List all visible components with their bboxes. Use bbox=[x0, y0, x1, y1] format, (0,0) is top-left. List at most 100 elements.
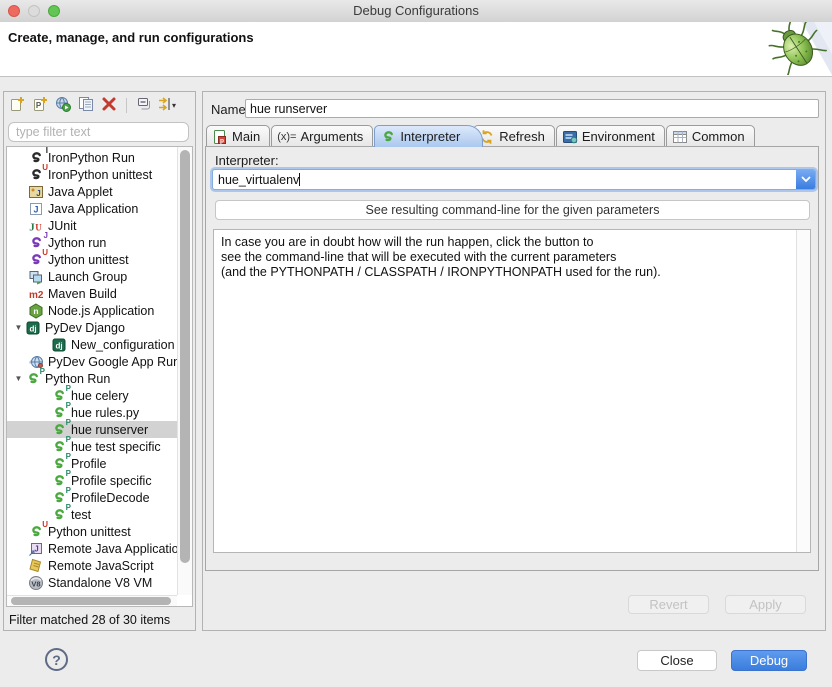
tree-item-label: Standalone V8 VM bbox=[48, 576, 152, 590]
combobox-dropdown-button[interactable] bbox=[796, 170, 815, 189]
configuration-tree: I IronPython Run U IronPython unittest J… bbox=[6, 146, 193, 607]
tree-row-standalone-v8-vm[interactable]: V8 Standalone V8 VM bbox=[7, 574, 177, 591]
filter-configurations-button[interactable]: ▾ bbox=[158, 96, 176, 114]
zoom-window-button[interactable] bbox=[48, 5, 60, 17]
tree-row-maven-build[interactable]: m2 Maven Build bbox=[7, 285, 177, 302]
tab-label: Environment bbox=[582, 129, 655, 144]
svg-text:V8: V8 bbox=[31, 579, 40, 588]
command-info-textarea[interactable]: In case you are in doubt how will the ru… bbox=[213, 229, 811, 553]
icon-badge: P bbox=[40, 368, 45, 376]
tree-row-pydev-google-app-run[interactable]: PyDev Google App Run bbox=[7, 353, 177, 370]
tree-item-label: ProfileDecode bbox=[71, 491, 150, 505]
tree-item-label: Launch Group bbox=[48, 270, 127, 284]
svg-text:J: J bbox=[33, 204, 38, 214]
tree-row-hue-test-specific[interactable]: P hue test specific bbox=[7, 438, 177, 455]
icon-badge: P bbox=[66, 402, 71, 410]
tree-row-hue-runserver[interactable]: P hue runserver bbox=[7, 421, 177, 438]
tree-row-pydev-django[interactable]: ▼ dj PyDev Django bbox=[7, 319, 177, 336]
remote-java-icon: J bbox=[28, 541, 44, 557]
tree-item-label: hue test specific bbox=[71, 440, 161, 454]
tree-row-java-applet[interactable]: J Java Applet bbox=[7, 183, 177, 200]
filter-input[interactable] bbox=[8, 122, 189, 142]
python-green-icon bbox=[380, 129, 396, 145]
header-banner: Create, manage, and run configurations bbox=[0, 22, 832, 77]
tab-environment[interactable]: Environment bbox=[556, 125, 665, 147]
export-configurations-button[interactable] bbox=[54, 96, 72, 114]
tree-row-profile[interactable]: P Profile bbox=[7, 455, 177, 472]
tree-item-label: Node.js Application bbox=[48, 304, 154, 318]
tab-common[interactable]: Common bbox=[666, 125, 755, 147]
tree-row-jython-unittest[interactable]: U Jython unittest bbox=[7, 251, 177, 268]
tree-row-hue-celery[interactable]: P hue celery bbox=[7, 387, 177, 404]
revert-button[interactable]: Revert bbox=[628, 595, 709, 614]
tree-row-ironpython-unittest[interactable]: U IronPython unittest bbox=[7, 166, 177, 183]
delete-button[interactable] bbox=[100, 96, 118, 114]
tab-interpreter[interactable]: Interpreter bbox=[374, 125, 483, 147]
tree-item-label: Profile bbox=[71, 457, 106, 471]
debug-button[interactable]: Debug bbox=[731, 650, 807, 671]
tree-row-node-js-application[interactable]: n Node.js Application bbox=[7, 302, 177, 319]
tab-main[interactable]: pMain bbox=[206, 125, 270, 147]
tree-horizontal-scrollbar-thumb[interactable] bbox=[11, 597, 171, 605]
tree-horizontal-scrollbar[interactable] bbox=[7, 595, 177, 606]
tree-row-ironpython-run[interactable]: I IronPython Run bbox=[7, 149, 177, 166]
tree-row-remote-javascript[interactable]: Remote JavaScript bbox=[7, 557, 177, 574]
toolbar-separator bbox=[126, 98, 127, 113]
chevron-down-icon bbox=[801, 176, 811, 183]
interpreter-value: hue_virtualenv bbox=[213, 173, 796, 187]
tree-row-test[interactable]: P test bbox=[7, 506, 177, 523]
interpreter-combobox[interactable]: hue_virtualenv bbox=[212, 169, 816, 190]
tree-vertical-scrollbar[interactable] bbox=[177, 147, 192, 595]
tree-item-label: Python Run bbox=[45, 372, 110, 386]
icon-badge: U bbox=[42, 164, 48, 172]
close-window-button[interactable] bbox=[8, 5, 20, 17]
maven-icon: m2 bbox=[28, 286, 44, 302]
close-button[interactable]: Close bbox=[637, 650, 717, 671]
collapse-all-icon bbox=[136, 96, 152, 115]
duplicate-button[interactable] bbox=[77, 96, 95, 114]
help-button[interactable]: ? bbox=[45, 648, 68, 671]
tree-row-remote-java-application[interactable]: J Remote Java Application bbox=[7, 540, 177, 557]
tab-refresh[interactable]: Refresh bbox=[473, 125, 555, 147]
tree-item-label: Python unittest bbox=[48, 525, 131, 539]
disclosure-triangle[interactable]: ▼ bbox=[12, 323, 25, 332]
tree-item-label: PyDev Django bbox=[45, 321, 125, 335]
new-prototype-button[interactable]: P bbox=[31, 96, 49, 114]
java-app-icon: J bbox=[28, 201, 44, 217]
collapse-all-button[interactable] bbox=[135, 96, 153, 114]
python-green-icon: P bbox=[51, 388, 67, 404]
tree-row-profile-specific[interactable]: P Profile specific bbox=[7, 472, 177, 489]
disclosure-triangle[interactable]: ▼ bbox=[12, 374, 25, 383]
tree-row-hue-rules-py[interactable]: P hue rules.py bbox=[7, 404, 177, 421]
tree-row-junit[interactable]: JU JUnit bbox=[7, 217, 177, 234]
launch-group-icon bbox=[28, 269, 44, 285]
tree-item-label: Java Applet bbox=[48, 185, 113, 199]
tree-row-launch-group[interactable]: Launch Group bbox=[7, 268, 177, 285]
common-icon bbox=[672, 129, 688, 145]
apply-button[interactable]: Apply bbox=[725, 595, 806, 614]
tree-item-label: hue rules.py bbox=[71, 406, 139, 420]
python-green-icon: U bbox=[28, 524, 44, 540]
new-prototype-icon: P bbox=[32, 96, 48, 115]
tree-row-java-application[interactable]: J Java Application bbox=[7, 200, 177, 217]
icon-badge: P bbox=[66, 487, 71, 495]
svg-text:dj: dj bbox=[29, 324, 36, 333]
configurations-toolbar: P▾ bbox=[8, 95, 176, 115]
django-icon: dj bbox=[25, 320, 41, 336]
svg-text:n: n bbox=[33, 306, 38, 316]
see-command-line-button[interactable]: See resulting command-line for the given… bbox=[215, 200, 810, 220]
command-info-text: In case you are in doubt how will the ru… bbox=[221, 235, 790, 280]
v8-icon: V8 bbox=[28, 575, 44, 591]
tree-vertical-scrollbar-thumb[interactable] bbox=[180, 150, 190, 563]
tree-row-new-configuration[interactable]: dj New_configuration bbox=[7, 336, 177, 353]
textarea-vertical-scrollbar[interactable] bbox=[796, 230, 810, 552]
tree-row-jython-run[interactable]: J Jython run bbox=[7, 234, 177, 251]
new-configuration-button[interactable] bbox=[8, 96, 26, 114]
icon-badge: P bbox=[66, 470, 71, 478]
icon-badge: U bbox=[42, 521, 48, 529]
tree-row-profiledecode[interactable]: P ProfileDecode bbox=[7, 489, 177, 506]
tree-row-python-unittest[interactable]: U Python unittest bbox=[7, 523, 177, 540]
name-input[interactable] bbox=[245, 99, 819, 118]
tab-arguments[interactable]: (x)=Arguments bbox=[271, 125, 373, 147]
tree-row-python-run[interactable]: ▼ P Python Run bbox=[7, 370, 177, 387]
